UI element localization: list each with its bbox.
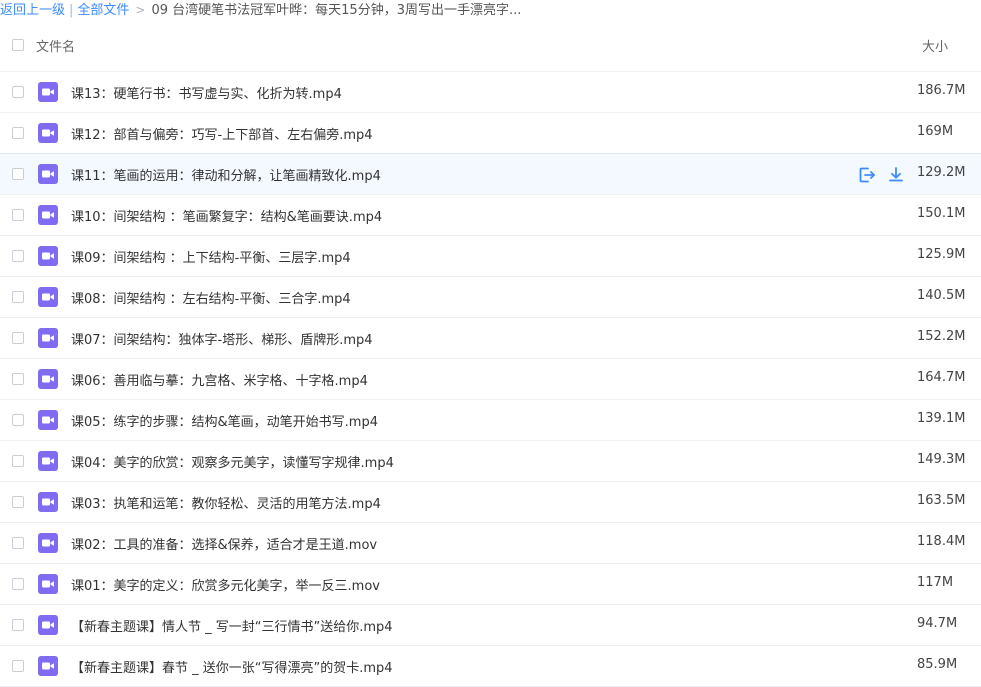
row-checkbox[interactable]	[12, 619, 24, 631]
video-file-icon	[38, 369, 58, 389]
file-name[interactable]: 课03：执笔和运笔：教你轻松、灵活的用笔方法.mp4	[71, 493, 381, 512]
file-size: 186.7M	[917, 83, 966, 98]
file-row[interactable]: 课07：间架结构：独体字-塔形、梯形、盾牌形.mp4 152.2M	[0, 318, 981, 359]
video-file-icon	[38, 410, 58, 430]
row-checkbox[interactable]	[12, 332, 24, 344]
share-icon[interactable]	[857, 165, 877, 185]
current-folder-title: 09 台湾硬笔书法冠军叶晔：每天15分钟，3周写出一手漂亮字...	[151, 3, 522, 18]
column-header-filename[interactable]: 文件名	[36, 36, 75, 55]
file-name[interactable]: 【新春主题课】春节 _ 送你一张“写得漂亮”的贺卡.mp4	[71, 657, 393, 676]
file-row[interactable]: 课05：练字的步骤：结构&笔画，动笔开始书写.mp4 139.1M	[0, 400, 981, 441]
video-file-icon	[38, 656, 58, 676]
file-row[interactable]: 课03：执笔和运笔：教你轻松、灵活的用笔方法.mp4 163.5M	[0, 482, 981, 523]
file-size: 139.1M	[917, 411, 966, 426]
file-size: 94.7M	[917, 616, 958, 631]
video-file-icon	[38, 246, 58, 266]
video-file-icon	[38, 123, 58, 143]
file-size: 140.5M	[917, 288, 966, 303]
video-file-icon	[38, 205, 58, 225]
file-name[interactable]: 课05：练字的步骤：结构&笔画，动笔开始书写.mp4	[71, 411, 378, 430]
file-row[interactable]: 课08：间架结构 ：左右结构-平衡、三合字.mp4 140.5M	[0, 277, 981, 318]
breadcrumb: 返回上一级 | 全部文件 >09 台湾硬笔书法冠军叶晔：每天15分钟，3周写出一手漂亮…	[0, 0, 981, 22]
file-name[interactable]: 课13：硬笔行书：书写虚与实、化折为转.mp4	[71, 83, 342, 102]
file-size: 163.5M	[917, 493, 966, 508]
file-row[interactable]: 课02：工具的准备：选择&保养，适合才是王道.mov 118.4M	[0, 523, 981, 564]
file-size: 118.4M	[917, 534, 966, 549]
row-checkbox[interactable]	[12, 209, 24, 221]
video-file-icon	[38, 533, 58, 553]
video-file-icon	[38, 328, 58, 348]
row-checkbox[interactable]	[12, 127, 24, 139]
file-name[interactable]: 课01：美字的定义：欣赏多元化美字，举一反三.mov	[71, 575, 380, 594]
file-name[interactable]: 课07：间架结构：独体字-塔形、梯形、盾牌形.mp4	[71, 329, 373, 348]
file-row[interactable]: 课11：笔画的运用：律动和分解，让笔画精致化.mp4 129.2M	[0, 153, 981, 195]
row-checkbox[interactable]	[12, 291, 24, 303]
list-top-divider	[0, 60, 981, 72]
file-size: 150.1M	[917, 206, 966, 221]
file-row[interactable]: 课04：美字的欣赏：观察多元美字，读懂写字规律.mp4 149.3M	[0, 441, 981, 482]
file-name[interactable]: 课04：美字的欣赏：观察多元美字，读懂写字规律.mp4	[71, 452, 394, 471]
all-files-link[interactable]: 全部文件	[77, 3, 129, 18]
row-checkbox[interactable]	[12, 537, 24, 549]
file-name[interactable]: 课08：间架结构 ：左右结构-平衡、三合字.mp4	[71, 288, 351, 307]
row-checkbox[interactable]	[12, 455, 24, 467]
row-checkbox[interactable]	[12, 660, 24, 672]
row-checkbox[interactable]	[12, 250, 24, 262]
video-file-icon	[38, 451, 58, 471]
video-file-icon	[38, 287, 58, 307]
file-row[interactable]: 课06：善用临与摹：九宫格、米字格、十字格.mp4 164.7M	[0, 359, 981, 400]
file-size: 125.9M	[917, 247, 966, 262]
file-list-header: 文件名 大小	[0, 30, 981, 60]
row-checkbox[interactable]	[12, 373, 24, 385]
file-size: 169M	[917, 124, 954, 139]
breadcrumb-separator: |	[69, 3, 74, 18]
file-row[interactable]: 课09：间架结构 ：上下结构-平衡、三层字.mp4 125.9M	[0, 236, 981, 277]
video-file-icon	[38, 492, 58, 512]
file-name[interactable]: 课11：笔画的运用：律动和分解，让笔画精致化.mp4	[71, 165, 381, 184]
file-name[interactable]: 【新春主题课】情人节 _ 写一封“三行情书”送给你.mp4	[71, 616, 393, 635]
file-row[interactable]: 课10：间架结构 ：笔画繁复字：结构&笔画要诀.mp4 150.1M	[0, 195, 981, 236]
file-list: 课13：硬笔行书：书写虚与实、化折为转.mp4 186.7M 课12：部首与偏旁：巧…	[0, 60, 981, 687]
file-size: 149.3M	[917, 452, 966, 467]
file-row[interactable]: 课12：部首与偏旁：巧写-上下部首、左右偏旁.mp4 169M	[0, 113, 981, 154]
file-name[interactable]: 课10：间架结构 ：笔画繁复字：结构&笔画要诀.mp4	[71, 206, 382, 225]
file-name[interactable]: 课06：善用临与摹：九宫格、米字格、十字格.mp4	[71, 370, 368, 389]
breadcrumb-chevron: >	[135, 3, 146, 17]
file-row[interactable]: 课01：美字的定义：欣赏多元化美字，举一反三.mov 117M	[0, 564, 981, 605]
file-name[interactable]: 课09：间架结构 ：上下结构-平衡、三层字.mp4	[71, 247, 351, 266]
row-checkbox[interactable]	[12, 86, 24, 98]
column-header-size[interactable]: 大小	[922, 36, 948, 55]
file-size: 85.9M	[917, 657, 958, 672]
row-checkbox[interactable]	[12, 578, 24, 590]
download-icon[interactable]	[886, 165, 906, 185]
file-size: 129.2M	[917, 165, 966, 180]
row-checkbox[interactable]	[12, 168, 24, 180]
file-size: 117M	[917, 575, 954, 590]
back-link[interactable]: 返回上一级	[0, 3, 65, 18]
file-row[interactable]: 【新春主题课】情人节 _ 写一封“三行情书”送给你.mp4 94.7M	[0, 605, 981, 646]
file-size: 152.2M	[917, 329, 966, 344]
row-checkbox[interactable]	[12, 496, 24, 508]
file-size: 164.7M	[917, 370, 966, 385]
row-checkbox[interactable]	[12, 414, 24, 426]
file-row[interactable]: 【新春主题课】春节 _ 送你一张“写得漂亮”的贺卡.mp4 85.9M	[0, 646, 981, 687]
video-file-icon	[38, 82, 58, 102]
select-all-checkbox[interactable]	[12, 39, 24, 51]
file-name[interactable]: 课02：工具的准备：选择&保养，适合才是王道.mov	[71, 534, 377, 553]
file-row[interactable]: 课13：硬笔行书：书写虚与实、化折为转.mp4 186.7M	[0, 72, 981, 113]
video-file-icon	[38, 615, 58, 635]
video-file-icon	[38, 164, 58, 184]
video-file-icon	[38, 574, 58, 594]
file-name[interactable]: 课12：部首与偏旁：巧写-上下部首、左右偏旁.mp4	[71, 124, 373, 143]
